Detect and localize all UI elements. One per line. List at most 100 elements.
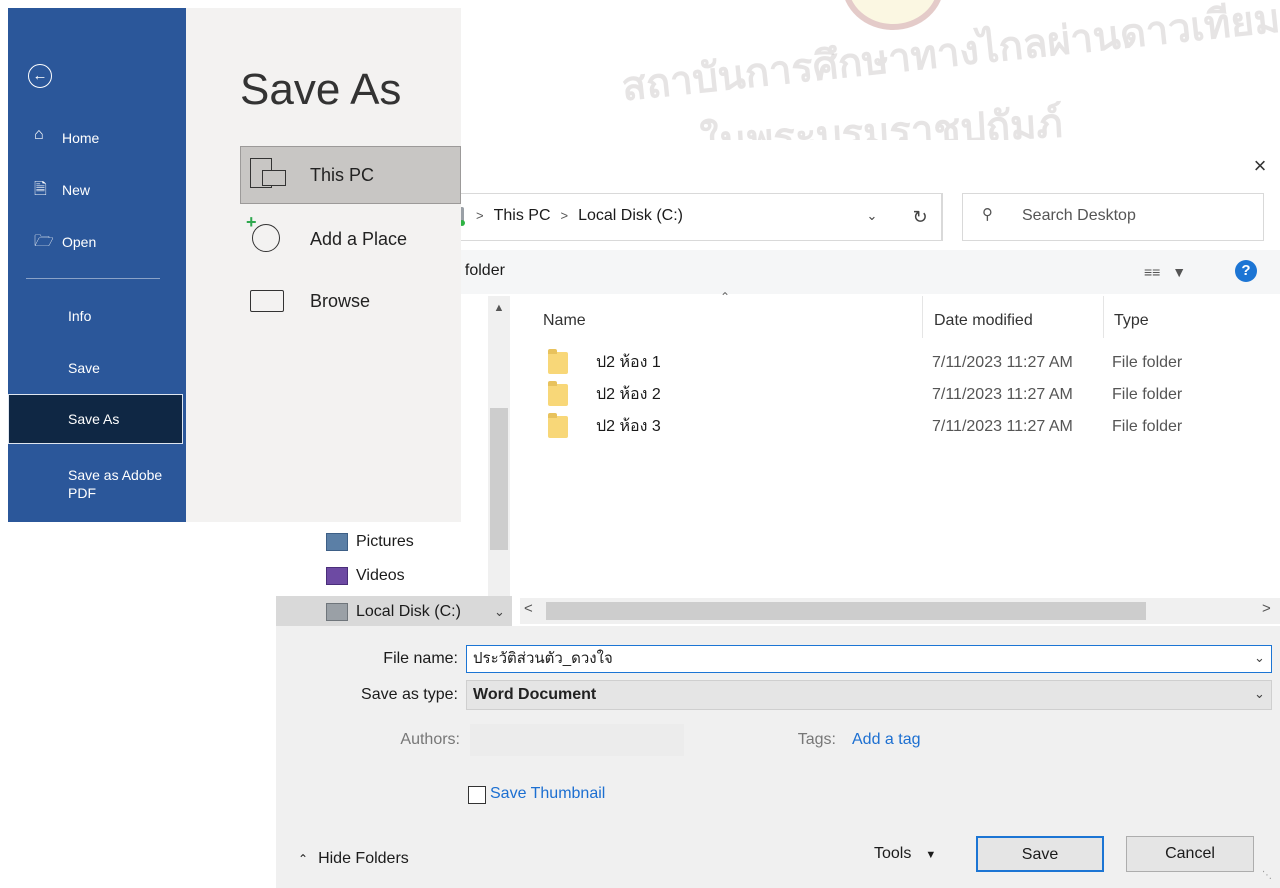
backstage-divider <box>26 278 160 279</box>
nav-save-as-pdf[interactable]: Save as Adobe PDF <box>8 466 186 506</box>
pictures-icon <box>326 533 348 551</box>
search-icon: ⚲ <box>982 206 993 223</box>
folder-icon <box>548 381 568 406</box>
page-title: Save As <box>240 65 402 114</box>
file-type: File folder <box>1112 386 1183 403</box>
folder-icon <box>250 290 284 312</box>
computer-screen-icon <box>262 170 286 186</box>
breadcrumb: > This PC > Local Disk (C:) <box>466 202 683 230</box>
search-input[interactable]: Search Desktop <box>1022 204 1136 228</box>
location-browse[interactable]: Browse <box>240 272 461 330</box>
file-name-input[interactable]: ประวัติส่วนตัว_ดวงใจ <box>466 645 1272 673</box>
authors-field[interactable] <box>470 724 684 756</box>
column-header-date[interactable]: Date modified <box>934 308 1033 334</box>
nav-save-as-label: Save As <box>68 411 120 427</box>
cancel-button[interactable]: Cancel <box>1126 836 1254 872</box>
location-label: This PC <box>310 165 375 185</box>
breadcrumb-local-disk[interactable]: Local Disk (C:) <box>578 207 683 224</box>
breadcrumb-separator-icon: > <box>560 208 569 223</box>
nav-open[interactable]: 🗁 Open <box>8 230 186 254</box>
file-date: 7/11/2023 11:27 AM <box>932 418 1073 435</box>
add-tag-link[interactable]: Add a tag <box>852 726 921 754</box>
chevron-up-icon: ⌃ <box>298 852 309 866</box>
save-button[interactable]: Save <box>976 836 1104 872</box>
scroll-right-icon[interactable]: > <box>1262 600 1271 617</box>
save-type-dropdown-icon[interactable]: ⌄ <box>1254 686 1265 702</box>
nav-home[interactable]: ⌂ Home <box>8 126 186 150</box>
scroll-left-icon[interactable]: < <box>524 600 533 617</box>
file-date: 7/11/2023 11:27 AM <box>932 354 1073 371</box>
close-button[interactable]: × <box>1240 148 1280 184</box>
tools-button[interactable]: Tools ▼ <box>874 840 936 869</box>
nav-new-label: New <box>62 182 91 198</box>
back-arrow-icon[interactable]: ← <box>28 64 52 88</box>
nav-item-local-disk[interactable]: Local Disk (C:) <box>326 598 461 626</box>
file-name: ป2 ห้อง 2 <box>596 386 661 403</box>
column-divider[interactable] <box>1103 296 1104 338</box>
file-row[interactable]: ป2 ห้อง 2 7/11/2023 11:27 AM File folder <box>540 380 1280 410</box>
local-disk-icon <box>326 603 348 621</box>
file-name: ป2 ห้อง 3 <box>596 418 661 435</box>
save-type-value: Word Document <box>473 686 597 703</box>
file-name-dropdown-icon[interactable]: ⌄ <box>1254 650 1265 666</box>
folder-icon <box>548 349 568 374</box>
help-icon[interactable]: ? <box>1235 260 1257 282</box>
breadcrumb-separator-icon: > <box>476 208 484 223</box>
file-row[interactable]: ป2 ห้อง 1 7/11/2023 11:27 AM File folder <box>540 348 1280 378</box>
nav-item-pictures[interactable]: Pictures <box>326 528 414 556</box>
file-name-label-text: File name: <box>383 650 458 667</box>
file-name-value: ประวัติส่วนตัว_ดวงใจ <box>473 650 613 667</box>
file-date: 7/11/2023 11:27 AM <box>932 386 1073 403</box>
breadcrumb-this-pc[interactable]: This PC <box>494 207 551 224</box>
save-type-select[interactable]: Word Document <box>466 680 1272 710</box>
location-add-place[interactable]: + Add a Place <box>240 210 461 268</box>
nav-collapse-icon[interactable]: ⌄ <box>494 598 505 626</box>
file-type: File folder <box>1112 354 1183 371</box>
file-type: File folder <box>1112 418 1183 435</box>
nav-item-videos[interactable]: Videos <box>326 562 405 590</box>
folder-icon <box>548 413 568 438</box>
nav-save-label: Save <box>68 360 100 376</box>
view-options-button[interactable]: ≡≡ ▼ <box>1144 259 1204 285</box>
save-thumbnail-label[interactable]: Save Thumbnail <box>490 780 605 808</box>
nav-open-label: Open <box>62 234 97 250</box>
authors-label: Authors: <box>400 731 460 748</box>
open-folder-icon: 🗁 <box>34 233 54 250</box>
nav-save-as-pdf-label: Save as Adobe PDF <box>68 467 163 501</box>
horizontal-scroll-thumb[interactable] <box>546 602 1146 620</box>
nav-item-label: Videos <box>356 567 405 584</box>
nav-info-label: Info <box>68 308 92 324</box>
new-document-icon: 🗎 <box>34 181 47 198</box>
scroll-up-icon[interactable]: ▲ <box>490 302 508 318</box>
column-divider[interactable] <box>922 296 923 338</box>
details-view-icon: ≡≡ <box>1144 264 1161 280</box>
nav-item-label: Pictures <box>356 533 414 550</box>
hide-folders-button[interactable]: ⌃ Hide Folders <box>298 845 409 873</box>
nav-save-as[interactable]: Save As <box>8 407 186 431</box>
tags-label: Tags: <box>797 731 836 748</box>
tools-label: Tools <box>874 845 912 862</box>
home-icon: ⌂ <box>34 126 44 143</box>
location-this-pc[interactable]: This PC <box>240 146 461 204</box>
location-label: Browse <box>310 291 371 311</box>
file-row[interactable]: ป2 ห้อง 3 7/11/2023 11:27 AM File folder <box>540 412 1280 442</box>
resize-grip-icon[interactable]: ⋱ <box>1262 870 1272 881</box>
refresh-icon[interactable]: ↻ <box>898 193 943 241</box>
nav-home-label: Home <box>62 130 100 146</box>
nav-scroll-thumb[interactable] <box>490 408 508 550</box>
save-type-label-text: Save as type: <box>361 686 458 703</box>
nav-info[interactable]: Info <box>8 304 186 328</box>
chevron-down-icon: ▼ <box>925 849 937 861</box>
column-header-type[interactable]: Type <box>1114 308 1149 334</box>
nav-save[interactable]: Save <box>8 356 186 380</box>
file-name-label: File name: <box>300 645 458 673</box>
chevron-down-icon: ▼ <box>1172 264 1187 280</box>
nav-new[interactable]: 🗎 New <box>8 178 186 202</box>
videos-icon <box>326 567 348 585</box>
save-thumbnail-checkbox[interactable] <box>468 786 486 804</box>
address-dropdown-icon[interactable]: ⌄ <box>860 202 884 230</box>
nav-item-label: Local Disk (C:) <box>356 603 461 620</box>
column-header-name[interactable]: Name <box>543 308 586 334</box>
hide-folders-label: Hide Folders <box>318 850 409 867</box>
save-type-label: Save as type: <box>300 681 458 709</box>
